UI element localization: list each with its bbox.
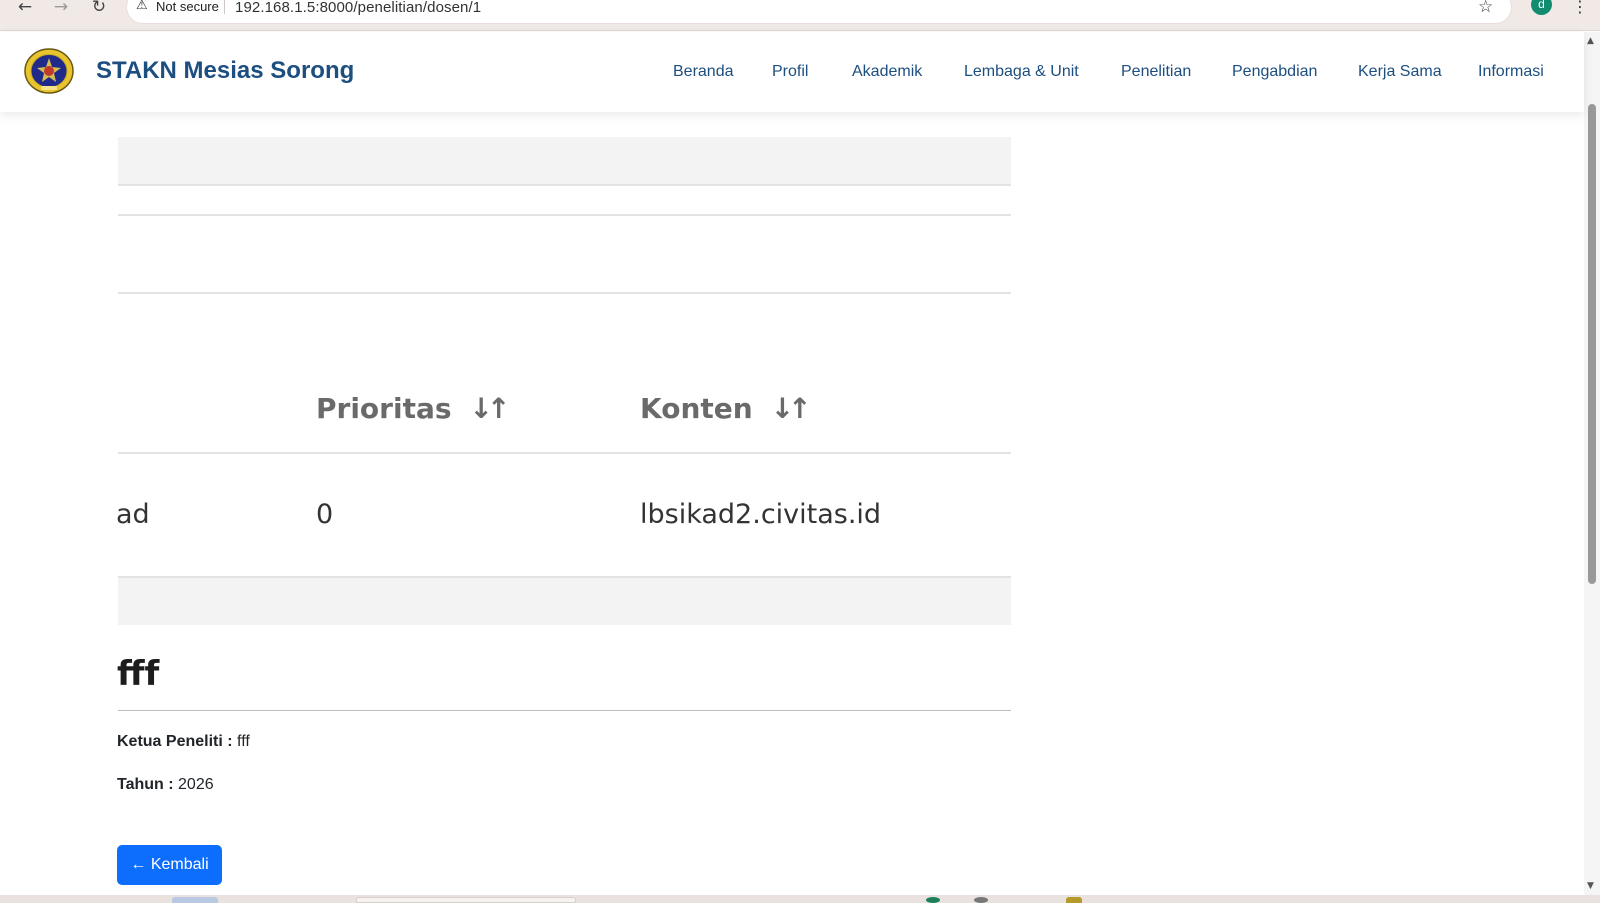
browser-toolbar: ← → ↻ ⚠ Not secure 192.168.1.5:8000/pene…	[0, 0, 1600, 31]
url-text[interactable]: 192.168.1.5:8000/penelitian/dosen/1	[235, 0, 481, 16]
scroll-thumb[interactable]	[1588, 104, 1596, 584]
taskbar-item[interactable]	[172, 897, 218, 903]
profile-avatar[interactable]: d	[1531, 0, 1552, 15]
sort-icon[interactable]: ↓↑	[771, 392, 812, 425]
ketua-peneliti-label: Ketua Peneliti :	[117, 733, 233, 750]
table-divider	[118, 292, 1011, 294]
nav-profil[interactable]: Profil	[772, 63, 808, 81]
address-divider	[224, 0, 225, 14]
nav-lembaga-unit[interactable]: Lembaga & Unit	[964, 63, 1079, 81]
table-divider	[118, 452, 1011, 454]
tahun-field: Tahun : 2026	[117, 776, 214, 794]
table-band-bottom	[118, 578, 1011, 625]
column-header-label: Konten	[640, 392, 753, 425]
tahun-label: Tahun :	[117, 776, 174, 793]
page-scrollbar[interactable]: ▲ ▼	[1584, 32, 1600, 895]
reload-icon[interactable]: ↻	[88, 0, 110, 18]
nav-pengabdian[interactable]: Pengabdian	[1232, 63, 1317, 81]
taskbar-app-icon[interactable]	[1066, 897, 1082, 903]
security-indicator[interactable]: Not secure	[156, 0, 219, 14]
nav-beranda[interactable]: Beranda	[673, 63, 734, 81]
table-cell-prioritas: 0	[316, 499, 334, 530]
column-header-prioritas[interactable]: Prioritas ↓↑	[316, 392, 511, 425]
nav-informasi[interactable]: Informasi	[1478, 63, 1544, 81]
column-header-konten[interactable]: Konten ↓↑	[640, 392, 812, 425]
scroll-down-arrow-icon[interactable]: ▼	[1587, 881, 1594, 891]
title-divider	[118, 710, 1011, 711]
scroll-up-arrow-icon[interactable]: ▲	[1587, 36, 1594, 46]
ketua-peneliti-value: fff	[237, 733, 250, 750]
site-header: STAKN Mesias Sorong Beranda Profil Akade…	[0, 32, 1584, 112]
taskbar-app-icon[interactable]	[926, 897, 940, 903]
nav-penelitian[interactable]: Penelitian	[1121, 63, 1191, 81]
nav-akademik[interactable]: Akademik	[852, 63, 922, 81]
table-divider	[118, 184, 1011, 186]
back-arrow-icon[interactable]: ←	[14, 0, 36, 18]
column-header-label: Prioritas	[316, 392, 452, 425]
table-band-top	[118, 137, 1011, 185]
bookmark-star-icon[interactable]: ☆	[1478, 0, 1493, 17]
nav-kerja-sama[interactable]: Kerja Sama	[1358, 63, 1442, 81]
main-navigation: Beranda Profil Akademik Lembaga & Unit P…	[0, 63, 1584, 83]
table-cell-partial: ad	[116, 499, 150, 530]
research-title: fff	[117, 654, 160, 694]
table-divider	[118, 214, 1011, 216]
back-button[interactable]: ← Kembali	[117, 845, 222, 885]
ketua-peneliti-field: Ketua Peneliti : fff	[117, 733, 250, 751]
forward-arrow-icon[interactable]: →	[50, 0, 72, 18]
tahun-value: 2026	[178, 776, 214, 793]
taskbar-app-icon[interactable]	[974, 897, 988, 903]
table-cell-konten: lbsikad2.civitas.id	[640, 499, 882, 530]
kebab-menu-icon[interactable]: ⋮	[1572, 0, 1588, 16]
taskbar-search[interactable]	[356, 897, 576, 903]
warning-icon[interactable]: ⚠	[136, 0, 148, 13]
sort-icon[interactable]: ↓↑	[470, 392, 511, 425]
os-taskbar	[0, 895, 1600, 903]
